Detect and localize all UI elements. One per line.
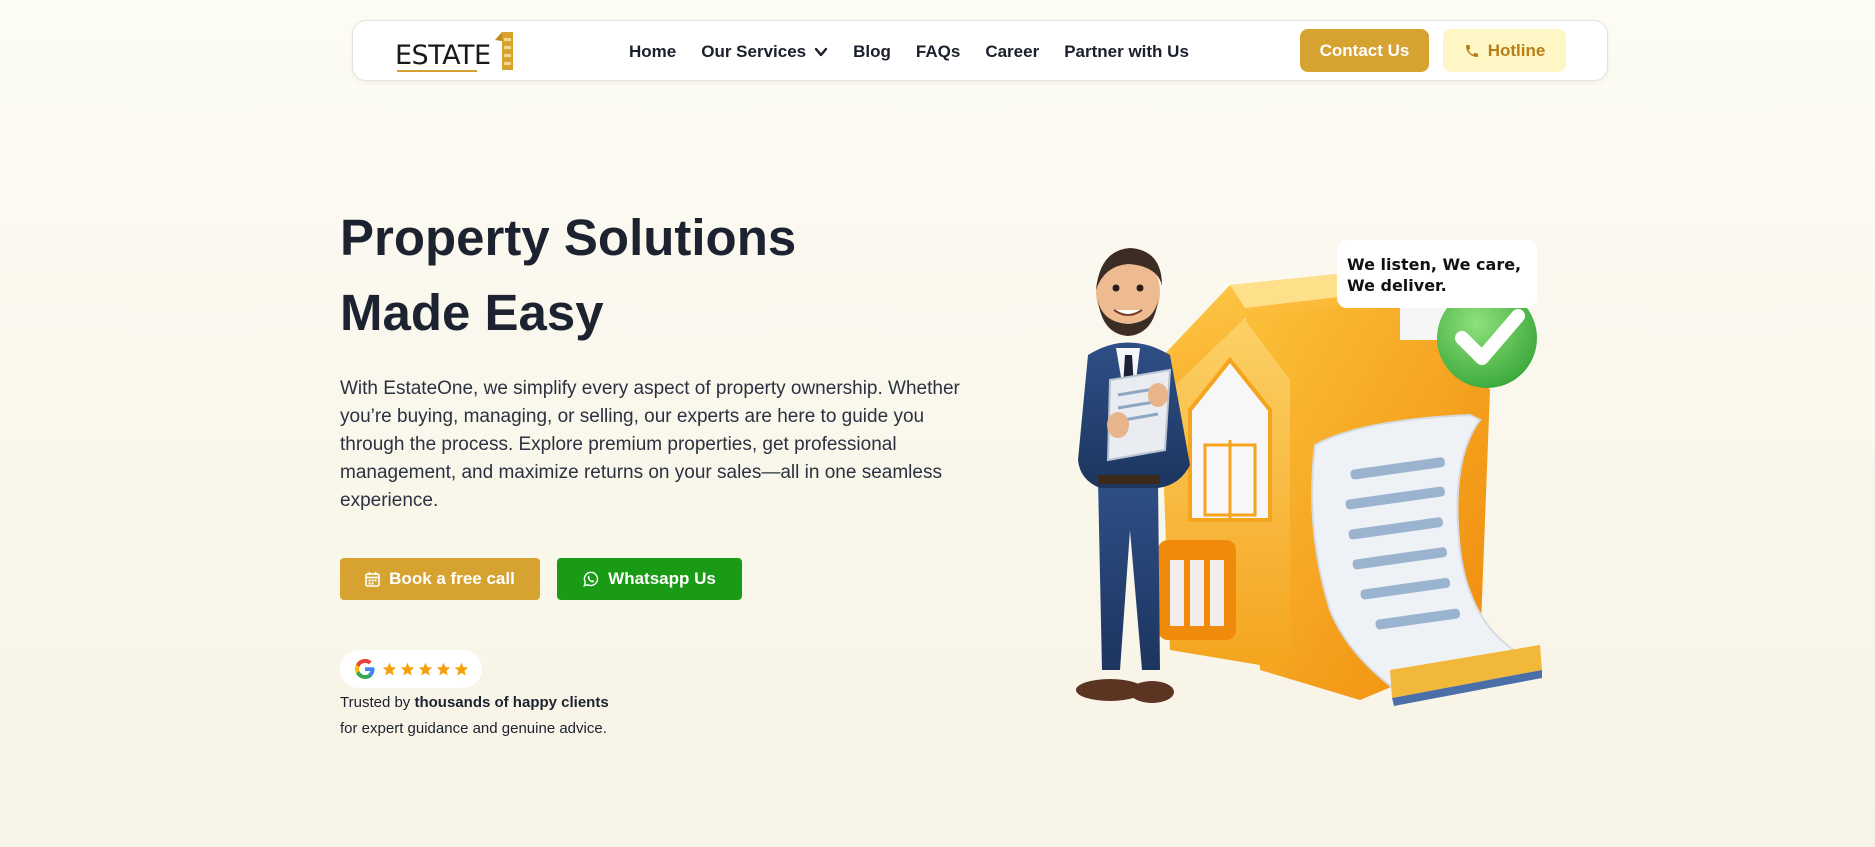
trusted-prefix: Trusted by xyxy=(340,694,411,711)
star-icon xyxy=(400,662,415,675)
logo-underline xyxy=(397,70,477,72)
nav-faqs[interactable]: FAQs xyxy=(916,42,960,62)
star-icon xyxy=(418,662,433,675)
trusted-text: Trusted by thousands of happy clients fo… xyxy=(340,690,609,742)
logo-one-icon xyxy=(495,32,513,70)
navbar: ESTATE Home Our Services Blog FAQs Caree… xyxy=(352,20,1608,81)
nav-our-services-label: Our Services xyxy=(701,41,807,61)
trusted-line2: for expert guidance and genuine advice. xyxy=(340,720,607,737)
rating-stars xyxy=(382,662,472,677)
hero-title: Property Solutions Made Easy xyxy=(340,200,980,350)
speech-bubble: We listen, We care, We deliver. xyxy=(1337,240,1537,308)
hero-title-line1: Property Solutions xyxy=(340,209,797,266)
star-icon xyxy=(436,662,451,675)
contact-us-button[interactable]: Contact Us xyxy=(1300,29,1429,72)
google-rating-badge xyxy=(340,650,482,688)
logo-text: ESTATE xyxy=(395,40,491,71)
nav-career[interactable]: Career xyxy=(985,42,1039,62)
whatsapp-label: Whatsapp Us xyxy=(608,569,716,588)
hero-title-line2: Made Easy xyxy=(340,284,604,341)
whatsapp-icon xyxy=(583,571,599,587)
main-menu: Home Our Services Blog FAQs Career Partn… xyxy=(629,21,1214,82)
hotline-button[interactable]: Hotline xyxy=(1443,29,1566,72)
nav-home[interactable]: Home xyxy=(629,42,676,62)
nav-blog[interactable]: Blog xyxy=(853,42,891,62)
phone-icon xyxy=(1465,44,1478,57)
hotline-label: Hotline xyxy=(1487,40,1546,60)
logo[interactable]: ESTATE xyxy=(395,30,517,74)
nav-partner[interactable]: Partner with Us xyxy=(1064,42,1189,62)
whatsapp-button[interactable]: Whatsapp Us xyxy=(557,558,742,600)
star-icon xyxy=(454,662,469,675)
trusted-bold: thousands of happy clients xyxy=(414,694,609,711)
calendar-icon xyxy=(365,572,380,587)
hero-description: With EstateOne, we simplify every aspect… xyxy=(340,378,960,511)
chevron-down-icon xyxy=(814,47,828,56)
book-free-call-label: Book a free call xyxy=(389,569,515,588)
star-icon xyxy=(382,662,397,675)
google-icon xyxy=(354,658,375,679)
nav-our-services[interactable]: Our Services xyxy=(701,42,828,62)
book-free-call-button[interactable]: Book a free call xyxy=(340,558,540,600)
